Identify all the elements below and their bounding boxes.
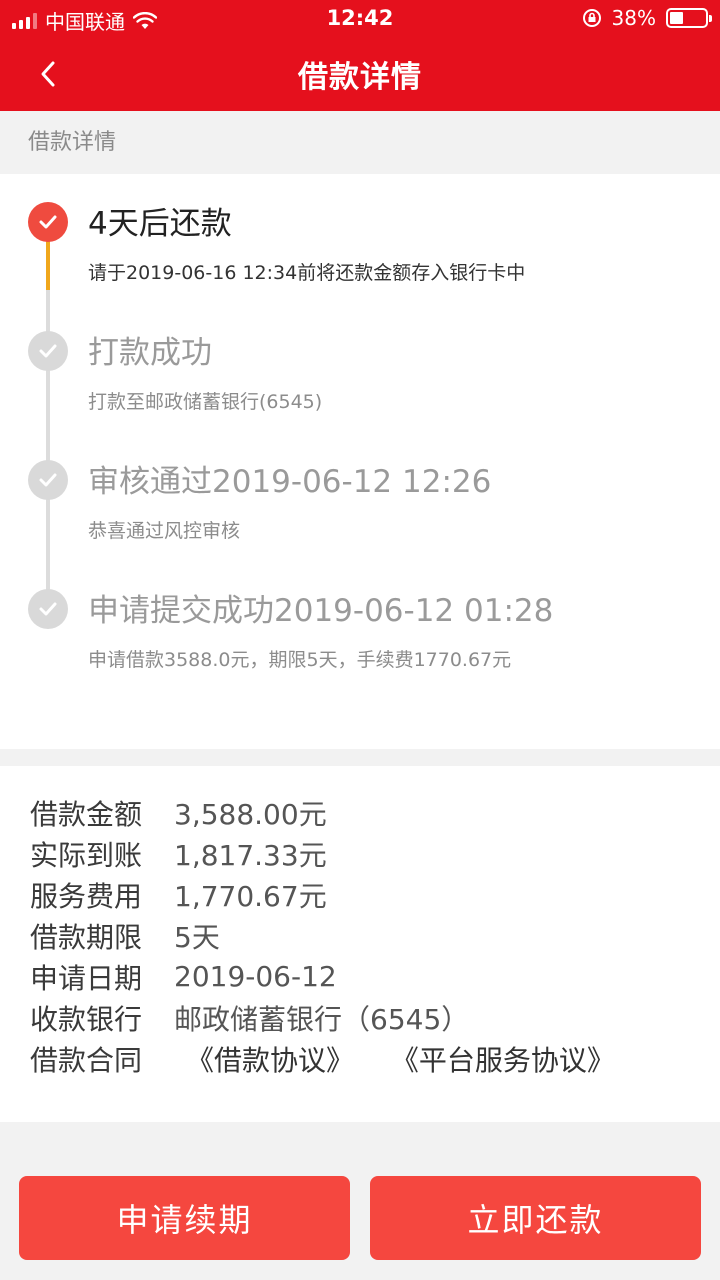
info-label: 借款合同 — [30, 1043, 143, 1077]
check-circle-icon — [28, 331, 68, 371]
info-row-term: 借款期限 5天 — [0, 915, 720, 956]
battery-fill — [670, 12, 683, 24]
info-value: 2019-06-12 — [174, 960, 337, 993]
info-label: 申请日期 — [30, 961, 143, 995]
loan-timeline: 4天后还款 请于2019-06-16 12:34前将还款金额存入银行卡中 打款成… — [0, 174, 720, 749]
info-label: 借款金额 — [30, 797, 143, 831]
info-row-contract: 借款合同 《借款协议》 《平台服务协议》 — [0, 1038, 720, 1079]
step-title: 打款成功 — [88, 335, 212, 371]
rotation-lock-icon — [582, 9, 601, 27]
step-desc: 申请借款3588.0元，期限5天，手续费1770.67元 — [88, 649, 512, 671]
app-header: 中国联通 12:42 38% 借款详情 — [0, 0, 720, 111]
info-label: 收款银行 — [30, 1002, 143, 1036]
info-row-amount: 借款金额 3,588.00元 — [0, 792, 720, 833]
step-title: 申请提交成功2019-06-12 01:28 — [88, 593, 554, 629]
step-desc: 请于2019-06-16 12:34前将还款金额存入银行卡中 — [88, 262, 526, 284]
info-label: 服务费用 — [30, 879, 143, 913]
info-label: 实际到账 — [30, 838, 143, 872]
check-circle-icon — [28, 460, 68, 500]
page-title: 借款详情 — [298, 60, 422, 95]
step-desc: 打款至邮政储蓄银行(6545) — [88, 391, 323, 413]
info-row-bank: 收款银行 邮政储蓄银行（6545） — [0, 997, 720, 1038]
step-title: 4天后还款 — [88, 206, 232, 242]
battery-percent: 38% — [611, 6, 656, 30]
battery-icon — [666, 8, 712, 28]
action-bar: 申请续期 立即还款 — [0, 1140, 720, 1280]
repay-button[interactable]: 立即还款 — [370, 1176, 701, 1260]
info-value: 3,588.00元 — [174, 797, 327, 831]
check-circle-icon — [28, 589, 68, 629]
status-bar: 中国联通 12:42 38% — [0, 0, 720, 38]
renew-button[interactable]: 申请续期 — [19, 1176, 350, 1260]
check-circle-icon — [28, 202, 68, 242]
loan-info-panel: 借款金额 3,588.00元 实际到账 1,817.33元 服务费用 1,770… — [0, 766, 720, 1122]
info-row-fee: 服务费用 1,770.67元 — [0, 874, 720, 915]
status-right: 38% — [582, 6, 712, 30]
platform-agreement-link[interactable]: 《平台服务协议》 — [391, 1044, 615, 1077]
step-title: 审核通过2019-06-12 12:26 — [88, 464, 492, 500]
info-row-received: 实际到账 1,817.33元 — [0, 833, 720, 874]
step-desc: 恭喜通过风控审核 — [88, 520, 241, 542]
info-value: 1,817.33元 — [174, 838, 327, 872]
info-row-date: 申请日期 2019-06-12 — [0, 956, 720, 997]
info-value: 5天 — [174, 920, 220, 954]
loan-agreement-link[interactable]: 《借款协议》 — [186, 1044, 354, 1077]
info-value: 邮政储蓄银行（6545） — [174, 1002, 470, 1036]
info-value: 1,770.67元 — [174, 879, 327, 913]
contract-links: 《借款协议》 《平台服务协议》 — [186, 1039, 615, 1079]
info-label: 借款期限 — [30, 920, 143, 954]
section-label: 借款详情 — [0, 111, 720, 174]
